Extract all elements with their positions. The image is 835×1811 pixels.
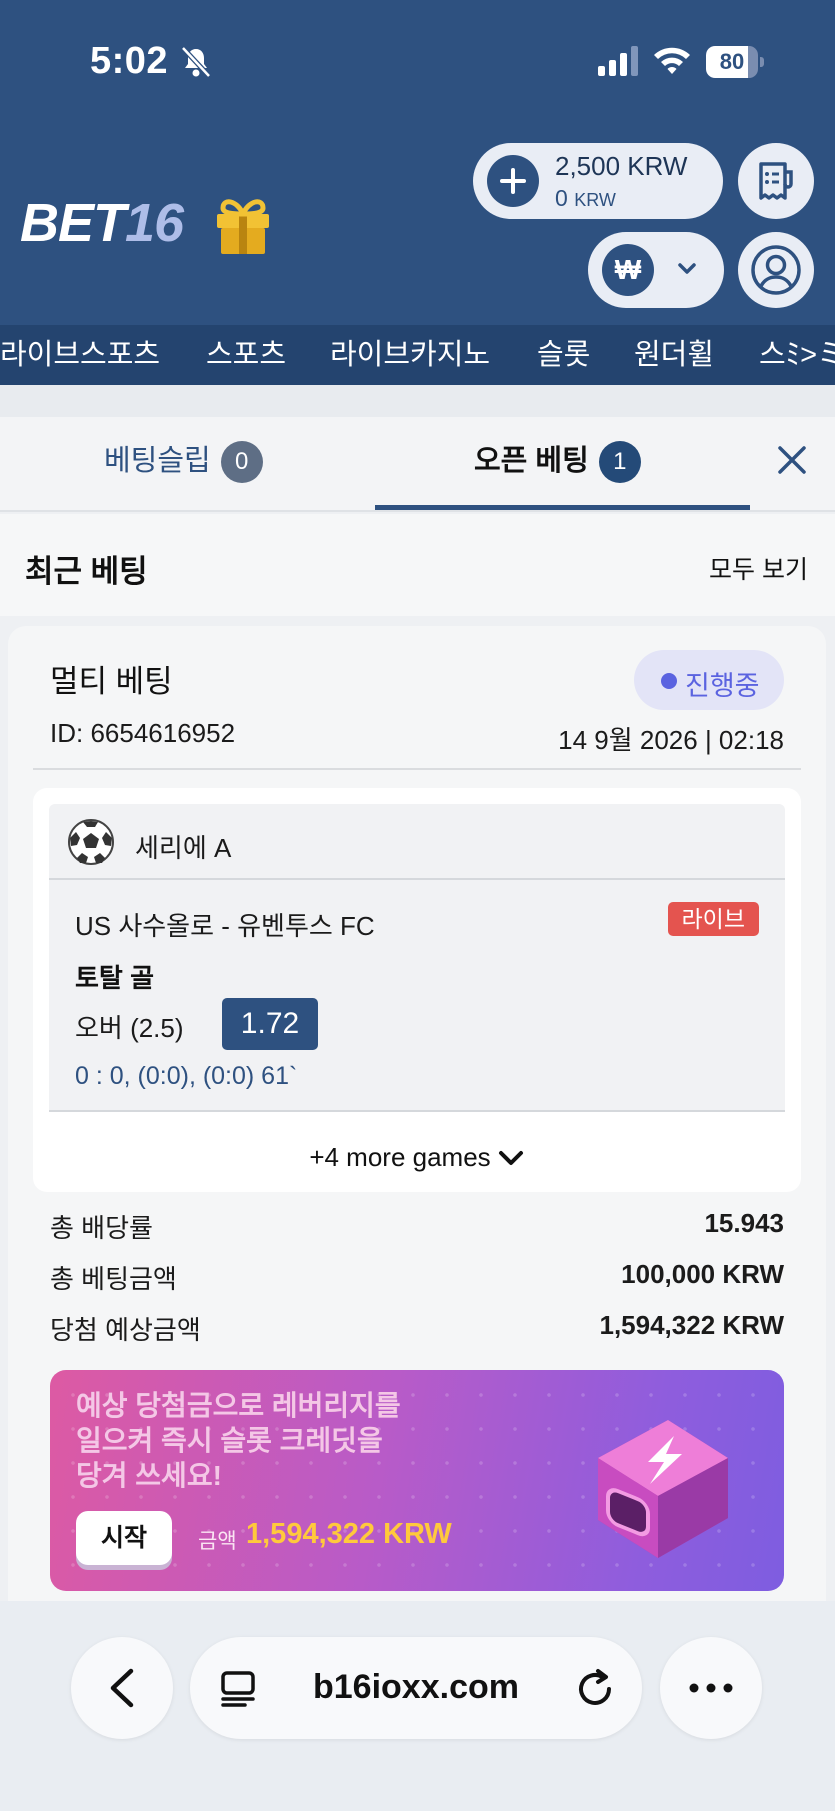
cell-signal-icon xyxy=(598,46,638,76)
logo-number: 16 xyxy=(125,193,184,253)
selection-list: 세리에 A US 사수올로 - 유벤투스 FC 라이브 토탈 골 오버 (2.5… xyxy=(33,788,801,1192)
nav-item-slots[interactable]: 슬롯 xyxy=(537,325,590,385)
close-icon[interactable] xyxy=(776,444,808,476)
betslip-count-badge: 0 xyxy=(220,441,263,484)
active-tab-indicator xyxy=(375,505,750,510)
balance-amount: 2,500 KRW xyxy=(555,151,688,181)
wifi-icon xyxy=(654,47,690,74)
promo-text: 예상 당첨금으로 레버리지를 일으켜 즉시 슬롯 크레딧을 당겨 쓰세요! xyxy=(76,1390,401,1491)
receipt-icon xyxy=(759,162,793,200)
live-badge: 라이브 xyxy=(667,902,759,936)
url-text: b16ioxx.com xyxy=(313,1668,519,1706)
payout-value: 1,594,322 KRW xyxy=(599,1310,784,1340)
nav-item-live-casino[interactable]: 라이브카지노 xyxy=(330,325,490,385)
bonus-balance: 0 KRW xyxy=(555,185,616,211)
user-icon xyxy=(751,245,801,295)
panel-spacer xyxy=(0,385,835,417)
more-horizontal-icon xyxy=(689,1683,733,1693)
lightning-charger-icon xyxy=(598,1420,728,1558)
recent-bets-title: 최근 베팅 xyxy=(25,554,148,589)
won-currency-icon: ₩ xyxy=(602,244,654,296)
bet-date: 14 9월 2026 | 02:18 xyxy=(558,725,784,755)
address-bar[interactable]: b16ioxx.com xyxy=(190,1637,642,1739)
payout-row: 당첨 예상금액 1,594,322 KRW xyxy=(50,1310,784,1350)
divider xyxy=(33,768,801,770)
league-name: 세리에 A xyxy=(135,833,232,863)
live-score: 0 : 0, (0:0), (0:0) 61` xyxy=(75,1062,298,1090)
currency-selector[interactable]: ₩ xyxy=(588,232,724,308)
tab-open-bets[interactable]: 오픈 베팅 1 xyxy=(474,437,641,484)
tab-open-bets-label: 오픈 베팅 xyxy=(474,445,589,477)
balance-widget[interactable]: 2,500 KRW 0 KRW xyxy=(473,143,723,219)
view-all-link[interactable]: 모두 보기 xyxy=(709,550,808,586)
browser-back-button[interactable] xyxy=(71,1637,173,1739)
nav-item-wonder-wheel[interactable]: 원더휠 xyxy=(634,325,714,385)
status-text: 진행중 xyxy=(685,671,760,701)
deposit-plus-icon[interactable] xyxy=(487,155,539,207)
nav-item-live-sports[interactable]: 라이브스포츠 xyxy=(0,325,160,385)
league-row: 세리에 A xyxy=(49,804,785,880)
nav-item-sports[interactable]: 스포츠 xyxy=(206,325,286,385)
selection-item: US 사수올로 - 유벤투스 FC 라이브 토탈 골 오버 (2.5) 1.72… xyxy=(49,880,785,1112)
chevron-down-icon xyxy=(678,263,696,274)
soccer-ball-icon xyxy=(68,819,114,865)
status-time: 5:02 xyxy=(90,40,169,82)
total-stake-value: 100,000 KRW xyxy=(621,1259,784,1289)
total-stake-row: 총 베팅금액 100,000 KRW xyxy=(50,1259,784,1299)
site-logo[interactable]: BET16 xyxy=(20,192,184,254)
tab-betslip-label: 베팅슬립 xyxy=(104,445,211,477)
status-badge: 진행중 xyxy=(634,650,784,710)
status-dot xyxy=(661,673,677,689)
recent-bets-header: 최근 베팅 모두 보기 xyxy=(0,514,835,616)
match-name[interactable]: US 사수올로 - 유벤투스 FC xyxy=(75,906,375,943)
battery-level: 80 xyxy=(719,49,745,74)
promo-amount-label: 금액 xyxy=(198,1530,237,1553)
chevron-down-icon xyxy=(498,1151,523,1166)
slip-tabs: 베팅슬립 0 오픈 베팅 1 xyxy=(0,417,835,512)
odds-badge: 1.72 xyxy=(222,998,318,1050)
open-bets-count-badge: 1 xyxy=(598,441,641,484)
logo-text: BET xyxy=(20,193,126,253)
bell-muted-icon xyxy=(181,46,211,78)
nav-item-more[interactable]: 스ﾐ>ミ xyxy=(759,325,835,385)
chevron-left-icon xyxy=(110,1668,134,1708)
browser-more-button[interactable] xyxy=(660,1637,762,1739)
battery-indicator: 80 xyxy=(706,46,764,78)
total-odds-row: 총 배당률 15.943 xyxy=(50,1208,784,1248)
promo-amount: 1,594,322 KRW xyxy=(246,1518,452,1550)
total-odds-value: 15.943 xyxy=(704,1208,784,1238)
bet-id: ID: 6654616952 xyxy=(50,718,236,748)
more-games-label: +4 more games xyxy=(309,1142,491,1172)
bet-card: 멀티 베팅 진행중 ID: 6654616952 14 9월 2026 | 02… xyxy=(8,626,826,1601)
total-odds-label: 총 배당률 xyxy=(50,1213,153,1243)
reload-icon[interactable] xyxy=(576,1667,616,1709)
app-header: 5:02 80 BET16 2,500 KRW 0 KRW ₩ xyxy=(0,0,835,325)
gift-icon[interactable] xyxy=(214,194,272,256)
more-games-toggle[interactable]: +4 more games xyxy=(33,1142,801,1173)
total-stake-label: 총 베팅금액 xyxy=(50,1264,177,1294)
leverage-promo-banner[interactable]: 예상 당첨금으로 레버리지를 일으켜 즉시 슬롯 크레딧을 당겨 쓰세요! 시작… xyxy=(50,1370,784,1591)
selection-name: 오버 (2.5) xyxy=(75,1013,184,1043)
payout-label: 당첨 예상금액 xyxy=(50,1315,201,1345)
tab-betslip[interactable]: 베팅슬립 0 xyxy=(104,437,263,484)
betslip-receipt-button[interactable] xyxy=(738,143,814,219)
promo-start-button[interactable]: 시작 xyxy=(76,1511,172,1565)
browser-toolbar: b16ioxx.com xyxy=(0,1601,835,1811)
category-nav: 라이브스포츠 스포츠 라이브카지노 슬롯 원더휠 스ﾐ>ミ xyxy=(0,325,835,385)
bet-type: 멀티 베팅 xyxy=(50,664,173,699)
profile-button[interactable] xyxy=(738,232,814,308)
market-name: 토탈 골 xyxy=(75,963,154,993)
